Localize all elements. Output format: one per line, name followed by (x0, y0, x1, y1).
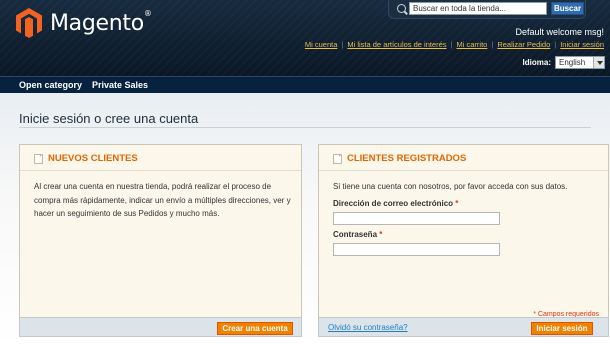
logo[interactable]: Magento® (16, 8, 152, 38)
header-link-checkout[interactable]: Realizar Pedido (497, 40, 550, 49)
login-button[interactable]: Iniciar sesión (531, 322, 593, 335)
email-label: Dirección de correo electrónico * (333, 199, 459, 208)
search-icon (397, 4, 406, 13)
new-customers-title: NUEVOS CLIENTES (48, 153, 138, 164)
language-label: Idioma: (522, 58, 551, 67)
new-customers-footer: Crear una cuenta (19, 317, 302, 337)
title-divider (19, 127, 591, 128)
language-select[interactable]: English (555, 56, 605, 69)
nav-item-private-sales[interactable]: Private Sales (92, 80, 148, 90)
registered-customers-title: CLIENTES REGISTRADOS (347, 153, 467, 164)
link-separator: | (341, 40, 344, 49)
main-nav: Open category Private Sales (0, 76, 610, 93)
chevron-down-icon[interactable] (593, 57, 604, 68)
document-icon (34, 153, 43, 164)
document-icon (333, 153, 342, 164)
search-button[interactable]: Buscar (551, 2, 584, 15)
registered-customers-panel: CLIENTES REGISTRADOS Si tiene una cuenta… (318, 144, 609, 336)
logo-text: Magento® (50, 8, 152, 36)
nav-item-open-category[interactable]: Open category (19, 80, 82, 90)
forgot-password-link[interactable]: Olvidó su contraseña? (328, 323, 408, 332)
welcome-message: Default welcome msg! (515, 27, 604, 37)
create-account-button[interactable]: Crear una cuenta (217, 322, 293, 335)
new-customers-panel: NUEVOS CLIENTES Al crear una cuenta en n… (19, 144, 302, 336)
new-customers-header: NUEVOS CLIENTES (34, 153, 138, 164)
header-link-cart[interactable]: Mi carrito (457, 40, 488, 49)
header-link-login[interactable]: Iniciar sesión (560, 40, 604, 49)
link-separator: | (491, 40, 494, 49)
required-marker: * (379, 230, 383, 239)
header-links: Mi cuenta | Mi lista de artículos de int… (305, 40, 604, 49)
header-link-wishlist[interactable]: Mi lista de artículos de interés (347, 40, 446, 49)
registered-customers-text: Si tiene una cuenta con nosotros, por fa… (333, 182, 568, 191)
main-content: Inicie sesión o cree una cuenta NUEVOS C… (0, 93, 610, 349)
new-customers-text: Al crear una cuenta en nuestra tienda, p… (34, 182, 291, 218)
site-header: Magento® Buscar Default welcome msg! Mi … (0, 0, 610, 76)
panel-divider (20, 170, 301, 171)
panel-divider (319, 170, 608, 171)
registered-customers-footer: Olvidó su contraseña? Iniciar sesión (318, 317, 609, 337)
magento-logo-icon (16, 8, 42, 38)
password-label: Contraseña * (333, 230, 383, 239)
page-title: Inicie sesión o cree una cuenta (19, 111, 199, 126)
search-input[interactable] (409, 2, 547, 15)
header-link-my-account[interactable]: Mi cuenta (305, 40, 338, 49)
language-switcher: Idioma: English (523, 56, 605, 69)
registered-customers-header: CLIENTES REGISTRADOS (333, 153, 466, 164)
language-selected-value: English (559, 58, 586, 67)
email-field[interactable] (333, 212, 500, 225)
link-separator: | (554, 40, 557, 49)
required-marker: * (455, 199, 459, 208)
link-separator: | (450, 40, 453, 49)
password-field[interactable] (333, 243, 500, 256)
